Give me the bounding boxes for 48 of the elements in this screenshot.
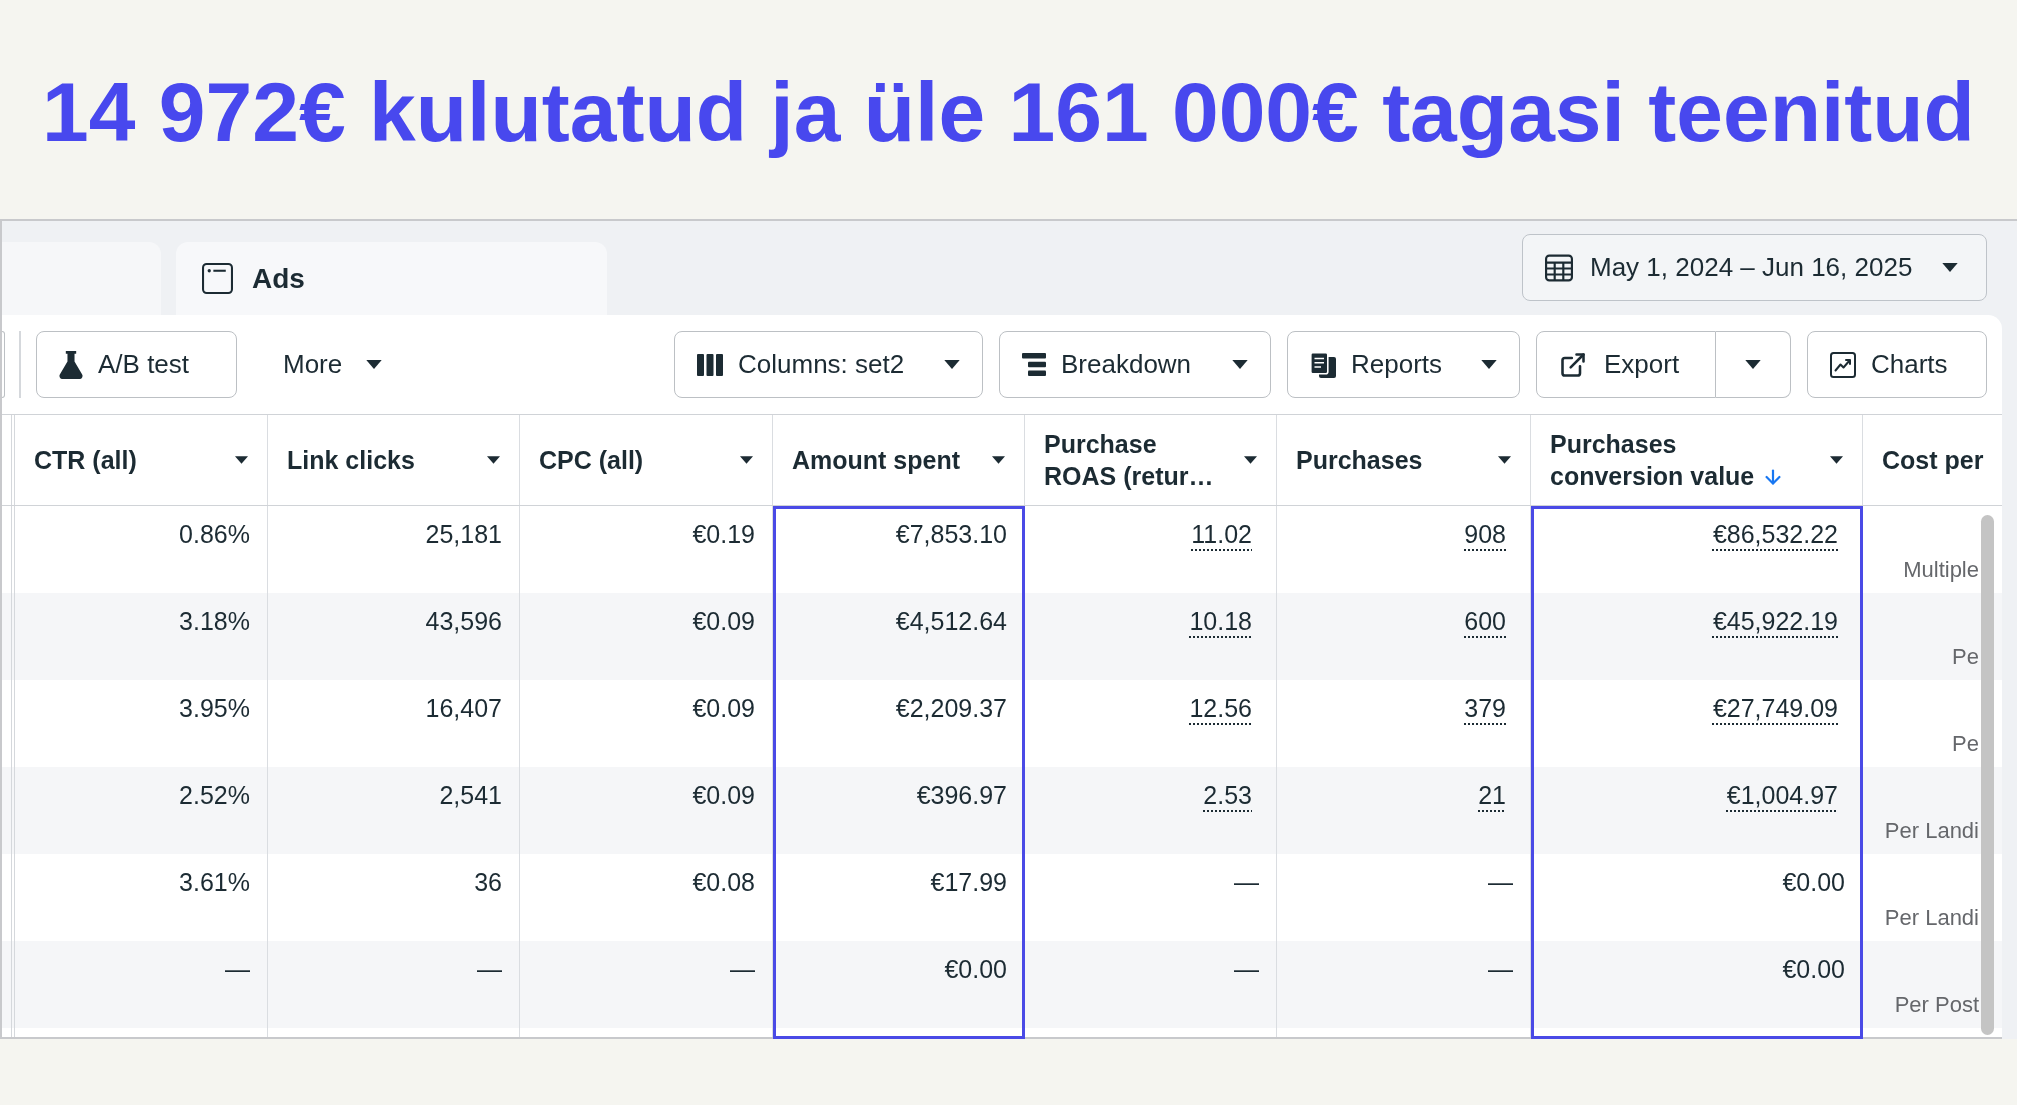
value-link[interactable]: 908	[1464, 520, 1506, 548]
partial-button[interactable]	[2, 331, 5, 398]
value-link[interactable]: 2.53	[1203, 781, 1252, 809]
table-cell-text: Multiple	[1902, 556, 1980, 584]
partial-tab[interactable]	[2, 242, 161, 315]
stacked-bars-icon	[1022, 353, 1046, 376]
column-header[interactable]: Cost per	[1863, 415, 2002, 505]
column-header[interactable]: CPC (all)	[520, 415, 773, 505]
table-cell-text: Per Landi	[1883, 904, 1980, 932]
value-link[interactable]: €1,004.97	[1726, 781, 1838, 809]
column-header[interactable]: CTR (all)	[15, 415, 268, 505]
ab-test-button[interactable]: A/B test	[36, 331, 237, 398]
documents-icon	[1310, 351, 1336, 378]
value-link[interactable]: €27,749.09	[1712, 694, 1838, 722]
reports-button[interactable]: Reports	[1287, 331, 1520, 398]
value-link[interactable]: €45,922.19	[1712, 607, 1838, 635]
breakdown-button[interactable]: Breakdown	[999, 331, 1271, 398]
export-button[interactable]: Export	[1536, 331, 1716, 398]
columns-button[interactable]: Columns: set2	[674, 331, 983, 398]
value-link[interactable]: 21	[1478, 781, 1506, 809]
table-cell-text: Pe	[1951, 730, 1980, 758]
value-link[interactable]: €86,532.22	[1712, 520, 1838, 548]
value-link[interactable]: 10.18	[1189, 607, 1252, 635]
line-chart-icon	[1830, 351, 1856, 378]
more-button[interactable]: More	[264, 331, 402, 398]
scrollbar[interactable]	[1981, 515, 1994, 1035]
column-header[interactable]: Amount spent	[773, 415, 1025, 505]
headline: 14 972€ kulutatud ja üle 161 000€ tagasi teenitud	[42, 63, 1975, 161]
column-header[interactable]: Purchase ROAS (retur…	[1025, 415, 1277, 505]
tab[interactable]: Ads	[176, 242, 607, 315]
value-link[interactable]: 600	[1464, 607, 1506, 635]
column-header[interactable]: Purchases	[1277, 415, 1531, 505]
window-icon	[202, 263, 233, 294]
date-range-button[interactable]: May 1, 2024 – Jun 16, 2025	[1522, 234, 1987, 301]
table-cell-text: Pe	[1951, 643, 1980, 671]
charts-button[interactable]: Charts	[1807, 331, 1987, 398]
table-cell-text: Per Post	[1893, 991, 1980, 1019]
external-link-icon	[1559, 350, 1587, 379]
flask-icon	[59, 350, 83, 379]
table-cell-text: Per Landi	[1883, 817, 1980, 845]
column-header[interactable]: Purchases conversion value	[1531, 415, 1863, 505]
column-header[interactable]: Link clicks	[268, 415, 520, 505]
value-link[interactable]: 12.56	[1189, 694, 1252, 722]
dropdown-button[interactable]	[1716, 331, 1791, 398]
calendar-grid-icon	[1545, 253, 1573, 282]
value-link[interactable]: 11.02	[1191, 520, 1252, 548]
value-link[interactable]: 379	[1464, 694, 1506, 722]
columns-icon	[697, 353, 723, 376]
